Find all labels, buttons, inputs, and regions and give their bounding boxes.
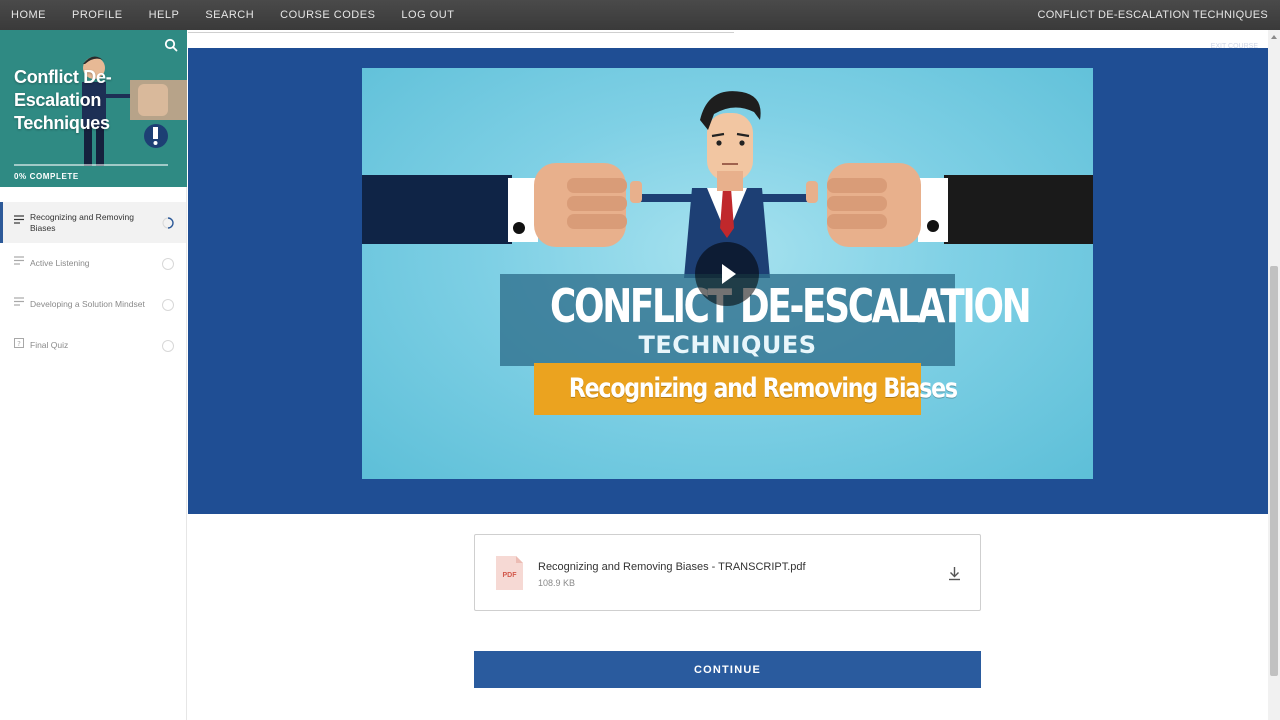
top-nav-bar: HOME PROFILE HELP SEARCH COURSE CODES LO… (0, 0, 1280, 30)
hero-course-title: Conflict De-Escalation Techniques (14, 67, 112, 133)
lesson-content: EXIT COURSE CONFLICT DE-ESCALATION TECHN… (188, 30, 1268, 720)
nav-profile[interactable]: PROFILE (72, 9, 123, 21)
in-progress-icon (162, 217, 174, 229)
exit-course-link[interactable]: EXIT COURSE (1211, 43, 1258, 50)
video-subtitle: TECHNIQUES (638, 331, 817, 359)
play-button[interactable] (695, 242, 759, 306)
text-lines-icon (14, 256, 24, 265)
sidebar-item-recognizing-biases[interactable]: Recognizing and Removing Biases (0, 202, 186, 243)
course-progress-bar (14, 164, 168, 166)
not-started-icon (162, 340, 174, 352)
scrollbar-thumb[interactable] (1270, 266, 1278, 676)
video-player[interactable]: CONFLICT DE-ESCALATION TECHNIQUES Recogn… (362, 68, 1093, 479)
sidebar-item-solution-mindset[interactable]: Developing a Solution Mindset (0, 284, 186, 325)
sidebar-item-label: Final Quiz (30, 340, 69, 350)
loading-line (188, 32, 734, 33)
course-title: CONFLICT DE-ESCALATION TECHNIQUES (1037, 9, 1268, 21)
quiz-icon: ? (14, 338, 24, 348)
sidebar-item-final-quiz[interactable]: ? Final Quiz (0, 325, 186, 366)
sidebar-item-active-listening[interactable]: Active Listening (0, 243, 186, 284)
video-topic: Recognizing and Removing Biases (568, 373, 958, 404)
pdf-type-label: PDF (503, 572, 518, 579)
attachment-card[interactable]: PDF Recognizing and Removing Biases - TR… (474, 534, 981, 611)
not-started-icon (162, 258, 174, 270)
course-progress-label: 0% COMPLETE (14, 172, 79, 181)
loading-strip (188, 30, 1268, 48)
pdf-file-icon: PDF (496, 556, 523, 590)
sidebar-item-label: Developing a Solution Mindset (30, 299, 145, 309)
video-section: CONFLICT DE-ESCALATION TECHNIQUES Recogn… (188, 48, 1268, 514)
nav-home[interactable]: HOME (11, 9, 46, 21)
attachment-file-size: 108.9 KB (538, 578, 576, 588)
page-scrollbar[interactable] (1268, 30, 1280, 720)
sidebar-item-label: Active Listening (30, 258, 90, 268)
attachment-file-name: Recognizing and Removing Biases - TRANSC… (538, 561, 806, 573)
sidebar-item-label: Recognizing and Removing Biases (30, 211, 134, 233)
svg-text:?: ? (17, 340, 21, 348)
course-hero: Conflict De-Escalation Techniques 0% COM… (0, 30, 187, 187)
scroll-up-arrow-icon[interactable] (1271, 35, 1277, 39)
nav-help[interactable]: HELP (149, 9, 180, 21)
sidebar: Conflict De-Escalation Techniques 0% COM… (0, 30, 187, 720)
text-lines-icon (14, 215, 24, 224)
search-icon[interactable] (164, 38, 178, 52)
not-started-icon (162, 299, 174, 311)
nav-course-codes[interactable]: COURSE CODES (280, 9, 375, 21)
nav-search[interactable]: SEARCH (205, 9, 254, 21)
continue-button[interactable]: CONTINUE (474, 651, 981, 688)
text-lines-icon (14, 297, 24, 306)
nav-log-out[interactable]: LOG OUT (401, 9, 454, 21)
download-icon[interactable] (948, 566, 961, 581)
